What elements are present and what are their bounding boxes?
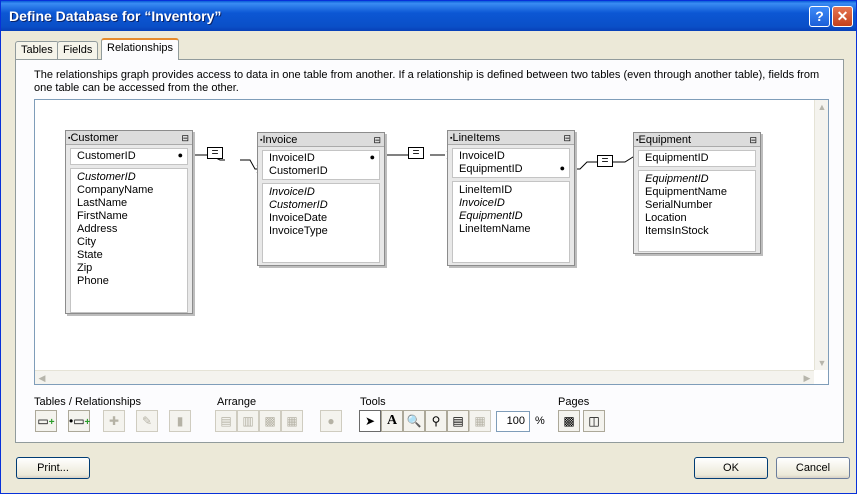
table-occurrence[interactable]: ▪Invoice ⊟ InvoiceID CustomerID ● Invoice… (257, 132, 385, 266)
section-label-pages: Pages (558, 396, 590, 408)
field-list: LineItemID InvoiceID EquipmentID LineIte… (452, 181, 570, 263)
relationship-operator[interactable]: = (207, 146, 223, 159)
key-field-list: CustomerID ● (70, 148, 188, 165)
key-field-list: InvoiceID CustomerID ● (262, 150, 380, 180)
align-left-icon[interactable]: ▤ (215, 410, 237, 432)
key-field: EquipmentID (645, 152, 709, 164)
table-occurrence[interactable]: ▪Equipment ⊟ EquipmentID EquipmentID Equi… (633, 132, 761, 254)
title-bar: Define Database for “Inventory” (1, 1, 856, 31)
toggle-display-icon[interactable]: ▤ (447, 410, 469, 432)
field-item: SerialNumber (645, 199, 713, 211)
field-item: City (77, 236, 96, 248)
field-list: EquipmentID EquipmentName SerialNumber L… (638, 170, 756, 252)
table-name: Customer (70, 132, 119, 144)
key-field: CustomerID (269, 165, 328, 177)
vertical-scrollbar[interactable]: ▲ ▼ (814, 100, 828, 370)
zoom-out-icon[interactable]: ⚲ (425, 410, 447, 432)
field-item: EquipmentName (645, 186, 727, 198)
scroll-down-icon[interactable]: ▼ (815, 356, 828, 370)
section-label-arrange: Arrange (217, 396, 257, 408)
field-item: Location (645, 212, 687, 224)
table-name: Invoice (262, 134, 298, 146)
edit-icon[interactable]: ✎ (136, 410, 158, 432)
resize-to-fit-icon[interactable]: ▦ (469, 410, 491, 432)
field-item: Zip (77, 262, 93, 274)
text-tool-icon[interactable]: A (381, 410, 403, 432)
field-item: CustomerID (77, 171, 136, 183)
section-label-tables-relationships: Tables / Relationships (34, 396, 142, 408)
duplicate-icon[interactable]: ✚ (103, 410, 125, 432)
print-button[interactable]: Print... (16, 457, 90, 479)
field-item: EquipmentID (459, 210, 523, 222)
distribute-icon[interactable]: ▩ (259, 410, 281, 432)
zoom-field[interactable]: 100 (496, 411, 530, 432)
tab-tables[interactable]: Tables (15, 41, 59, 59)
field-item: InvoiceID (269, 186, 315, 198)
field-item: ItemsInStock (645, 225, 709, 237)
table-occurrence[interactable]: ▪Customer ⊟ CustomerID ● CustomerID Compa… (65, 130, 193, 314)
field-item: Address (77, 223, 118, 235)
section-label-tools: Tools (360, 396, 386, 408)
define-database-dialog: Define Database for “Inventory” ? ✕ Tabl… (0, 0, 857, 494)
table-name: Equipment (638, 134, 692, 146)
delete-icon[interactable]: ▮ (169, 410, 191, 432)
collapse-icon[interactable]: ⊟ (373, 133, 381, 147)
field-item: InvoiceDate (269, 212, 328, 224)
cancel-button[interactable]: Cancel (776, 457, 850, 479)
field-item: InvoiceType (269, 225, 328, 237)
add-relationship-icon[interactable]: •▭+ (68, 410, 90, 432)
scroll-left-icon[interactable]: ◀ (35, 371, 49, 384)
page-setup-icon[interactable]: ◫ (583, 410, 605, 432)
field-item: FirstName (77, 210, 128, 222)
field-item: Phone (77, 275, 109, 287)
field-list: InvoiceID CustomerID InvoiceDate Invoice… (262, 183, 380, 263)
add-table-icon[interactable]: ▭+ (35, 410, 57, 432)
table-occurrence[interactable]: ▪LineItems ⊟ InvoiceID EquipmentID ● Line… (447, 130, 575, 266)
window-title: Define Database for “Inventory” (9, 8, 222, 24)
resize-icon[interactable]: ▦ (281, 410, 303, 432)
align-top-icon[interactable]: ▥ (237, 410, 259, 432)
relationship-operator[interactable]: = (408, 146, 424, 159)
collapse-icon[interactable]: ⊟ (749, 133, 757, 147)
page-breaks-icon[interactable]: ▩ (558, 410, 580, 432)
relationships-graph[interactable]: = = = ▪Customer ⊟ CustomerID ● CustomerID… (34, 99, 829, 385)
relationship-operator[interactable]: = (597, 154, 613, 167)
tab-relationships[interactable]: Relationships (101, 38, 180, 60)
collapse-icon[interactable]: ⊟ (181, 131, 189, 145)
key-field: InvoiceID (459, 150, 505, 162)
description-text: The relationships graph provides access … (34, 69, 820, 94)
key-field: CustomerID (77, 150, 136, 162)
key-field-list: InvoiceID EquipmentID ● (452, 148, 570, 178)
scroll-right-icon[interactable]: ▶ (800, 371, 814, 384)
tab-fields[interactable]: Fields (57, 41, 99, 59)
relationships-panel: The relationships graph provides access … (15, 59, 844, 443)
close-button[interactable]: ✕ (832, 6, 853, 27)
field-item: CustomerID (269, 199, 328, 211)
field-item: State (77, 249, 103, 261)
collapse-icon[interactable]: ⊟ (563, 131, 571, 145)
key-field: EquipmentID (459, 163, 523, 175)
field-item: CompanyName (77, 184, 154, 196)
help-button[interactable]: ? (809, 6, 830, 27)
key-field: InvoiceID (269, 152, 315, 164)
field-item: LineItemID (459, 184, 513, 196)
scroll-up-icon[interactable]: ▲ (815, 100, 828, 114)
table-name: LineItems (452, 132, 501, 144)
horizontal-scrollbar[interactable]: ◀ ▶ (35, 370, 814, 384)
key-field-list: EquipmentID (638, 150, 756, 167)
color-icon[interactable]: ● (320, 410, 342, 432)
field-item: EquipmentID (645, 173, 709, 185)
pointer-tool-icon[interactable]: ➤ (359, 410, 381, 432)
ok-button[interactable]: OK (694, 457, 768, 479)
zoom-unit: % (535, 415, 545, 427)
field-item: LastName (77, 197, 128, 209)
zoom-in-icon[interactable]: 🔍 (403, 410, 425, 432)
field-list: CustomerID CompanyName LastName FirstNam… (70, 168, 188, 313)
field-item: InvoiceID (459, 197, 505, 209)
field-item: LineItemName (459, 223, 531, 235)
